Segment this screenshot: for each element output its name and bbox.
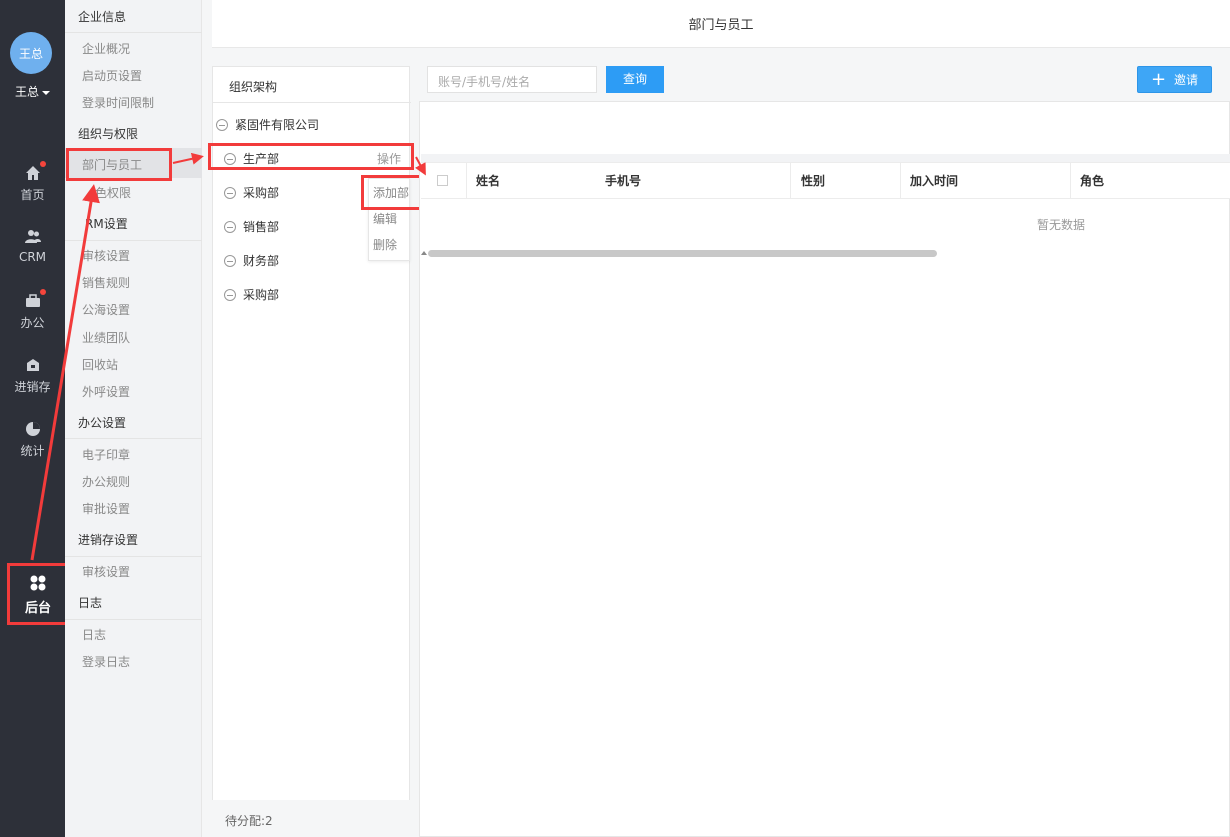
nav-home[interactable]: 首页 [0, 161, 65, 214]
collapse-icon[interactable] [224, 288, 236, 301]
nav-label: 统计 [20, 444, 45, 458]
section-title: 办公设置 [78, 416, 127, 430]
collapse-icon[interactable] [224, 254, 236, 267]
search-button[interactable]: 查询 [606, 66, 664, 93]
tree-node-company[interactable]: 紧固件有限公司 [216, 116, 319, 133]
home-icon [24, 161, 46, 182]
warehouse-icon [24, 356, 42, 374]
nav-crm[interactable]: CRM [0, 228, 65, 278]
tree-node-label: 销售部 [243, 220, 280, 234]
menu-item-delete[interactable]: 删除 [373, 236, 397, 253]
collapse-icon[interactable] [224, 220, 236, 233]
submenu-item[interactable]: 电子印章 [82, 446, 130, 463]
nav-backend[interactable]: 后台 [7, 563, 69, 625]
divider [65, 619, 202, 620]
nav-label: 首页 [20, 188, 45, 202]
submenu-item[interactable]: 销售规则 [82, 274, 130, 291]
employee-table-panel [419, 101, 1230, 837]
column-header: 姓名 [476, 174, 501, 188]
tree-node-label: 紧固件有限公司 [235, 118, 320, 132]
settings-submenu: 企业信息 企业概况 启动页设置 登录时间限制 组织与权限 部门与员工 色权限 R… [65, 0, 202, 837]
submenu-item[interactable]: 企业概况 [82, 40, 130, 57]
page-header: 部门与员工 [212, 0, 1230, 48]
submenu-item[interactable]: 日志 [82, 626, 106, 643]
search-input[interactable]: 账号/手机号/姓名 [427, 66, 597, 93]
nav-office[interactable]: 办公 [0, 289, 65, 342]
invite-label: 邀请 [1174, 73, 1199, 87]
section-title: 日志 [78, 596, 103, 610]
users-icon [24, 228, 42, 246]
submenu-item[interactable]: 外呼设置 [82, 383, 130, 400]
collapse-icon[interactable] [224, 186, 236, 199]
divider [65, 240, 202, 241]
tree-node-dept[interactable]: 财务部 [224, 252, 279, 269]
plus-icon: + [1150, 68, 1167, 90]
divider [65, 556, 202, 557]
pie-chart-icon [24, 420, 42, 438]
table-header: 姓名 手机号 性别 加入时间 角色 [421, 162, 1230, 199]
nav-inventory[interactable]: 进销存 [0, 356, 65, 406]
tree-node-label: 采购部 [243, 186, 280, 200]
tree-node-label: 采购部 [243, 288, 280, 302]
submenu-item[interactable]: 审批设置 [82, 500, 130, 517]
submenu-item[interactable]: 公海设置 [82, 301, 130, 318]
grid-icon [29, 574, 47, 592]
highlight-box-dept-employees [66, 148, 172, 181]
submenu-item[interactable]: 登录日志 [82, 653, 130, 670]
column-header: 加入时间 [910, 174, 959, 188]
empty-state-text: 暂无数据 [1037, 218, 1086, 232]
briefcase-icon [24, 289, 46, 310]
submenu-item[interactable]: 回收站 [82, 356, 118, 373]
column-divider [900, 163, 901, 199]
user-menu[interactable]: 王总 [0, 83, 65, 100]
nav-label: 后台 [24, 601, 51, 616]
submenu-item[interactable]: 业绩团队 [82, 329, 130, 346]
section-title: 进销存设置 [78, 533, 139, 547]
submenu-item[interactable]: 登录时间限制 [82, 94, 154, 111]
submenu-item[interactable]: 启动页设置 [82, 67, 142, 84]
nav-label: 进销存 [14, 380, 51, 394]
tree-node-dept[interactable]: 采购部 [224, 286, 279, 303]
column-header: 手机号 [605, 174, 642, 188]
submenu-item[interactable]: 审核设置 [82, 563, 130, 580]
nav-label: 办公 [20, 316, 45, 330]
submenu-item[interactable]: 办公规则 [82, 473, 130, 490]
section-title: 组织与权限 [78, 127, 139, 141]
avatar[interactable]: 王总 [10, 32, 52, 74]
nav-stats[interactable]: 统计 [0, 420, 65, 470]
column-divider [466, 163, 467, 199]
tree-node-dept[interactable]: 销售部 [224, 218, 279, 235]
select-all-checkbox[interactable] [437, 175, 448, 186]
scroll-left-arrow-icon[interactable] [421, 251, 427, 255]
user-name: 王总 [14, 85, 39, 99]
divider [421, 154, 1230, 162]
pending-count: 待分配:2 [212, 800, 410, 837]
section-title: 企业信息 [78, 10, 127, 24]
column-header: 性别 [801, 174, 826, 188]
nav-label: CRM [18, 250, 47, 264]
submenu-item[interactable]: 色权限 [95, 184, 131, 201]
caret-down-icon [42, 90, 50, 95]
menu-item-edit[interactable]: 编辑 [373, 210, 397, 227]
org-panel-title: 组织架构 [213, 67, 411, 103]
section-title: RM设置 [85, 217, 128, 231]
tree-node-dept[interactable]: 采购部 [224, 184, 279, 201]
left-nav: 王总 王总 首页 CRM 办公 进销存 统计 后台 [0, 0, 69, 837]
highlight-box-dept-row [208, 143, 414, 170]
divider [65, 32, 202, 33]
column-header: 角色 [1080, 174, 1105, 188]
notification-dot [39, 161, 46, 167]
collapse-icon[interactable] [216, 118, 228, 131]
divider [65, 438, 202, 439]
notification-dot [39, 289, 46, 295]
horizontal-scrollbar[interactable] [428, 250, 937, 257]
invite-button[interactable]: + 邀请 [1137, 66, 1212, 93]
column-divider [790, 163, 791, 199]
tree-node-label: 财务部 [243, 254, 280, 268]
column-divider [1070, 163, 1071, 199]
page-title: 部门与员工 [688, 18, 754, 33]
submenu-item[interactable]: 审核设置 [82, 247, 130, 264]
